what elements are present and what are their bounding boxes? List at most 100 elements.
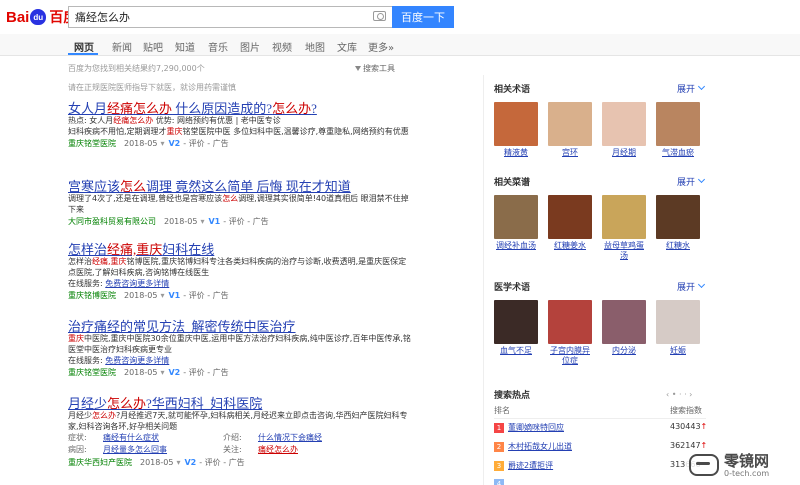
result-snippet: 月经少怎么办?月经推迟7天,就可能怀孕,妇科病相关,月经迟来立即点击咨询,华西妇…: [68, 411, 408, 431]
top-header: Bai 百度 百度一下: [0, 0, 800, 34]
tab-wenku[interactable]: 文库: [337, 39, 357, 54]
section-title: 医学术语: [494, 283, 531, 293]
result-title[interactable]: 宫寒应该怎么调理 竟然这么简单 后悔 现在才知道: [68, 176, 413, 194]
expand-link[interactable]: 展开: [677, 175, 695, 188]
thumbnail: [494, 102, 538, 146]
section-title: 相关菜谱: [494, 178, 531, 188]
tab-music[interactable]: 音乐: [208, 39, 228, 54]
related-item[interactable]: 血气不足: [494, 300, 538, 366]
thumbnail: [656, 102, 700, 146]
filter-icon: [355, 66, 361, 71]
related-item[interactable]: 月经期: [602, 102, 646, 158]
section-title: 相关术语: [494, 85, 531, 95]
result-snippet: 调理了4次了,还是在调理,曾经也是宫寒应该怎么调理,调理其实很简单!40道真相后…: [68, 194, 409, 214]
tab-images[interactable]: 图片: [240, 39, 260, 54]
hot-search-row[interactable]: 4: [494, 479, 706, 485]
rank-badge: 1: [494, 422, 504, 433]
related-item[interactable]: 内分泌: [602, 300, 646, 366]
paw-icon: [30, 9, 47, 25]
result-meta: 重庆华西妇产医院 2018-05 ▾ V2- 评价 - 广告: [68, 458, 245, 467]
search-button[interactable]: 百度一下: [392, 6, 454, 28]
tab-web[interactable]: 网页: [74, 39, 94, 54]
tab-video[interactable]: 视频: [272, 39, 292, 54]
side-panel: 相关术语 展开 精液黄 宫环 月经期 气滞血瘀 相关菜谱 展开 调经补血汤 红糖姜水…: [483, 75, 708, 485]
result-title[interactable]: 治疗痛经的常见方法_解密传统中医治疗: [68, 316, 413, 334]
camera-icon[interactable]: [373, 11, 386, 21]
medical-terms-section: 医学术语 展开 血气不足 子宫内膜异位症 内分泌 妊娠: [494, 280, 706, 366]
thumbnail: [656, 300, 700, 344]
result-service-line: 在线服务: 免费咨询更多详情: [68, 356, 170, 365]
watermark-logo: 零镜网 0-tech.com: [685, 448, 797, 482]
hot-search-header: 排名 搜索指数: [494, 405, 706, 419]
thumbnail: [494, 300, 538, 344]
thumbnail: [656, 195, 700, 239]
sitelink[interactable]: 痛经有什么症状: [103, 432, 223, 444]
search-input[interactable]: [69, 7, 359, 27]
search-tools[interactable]: 搜索工具: [355, 63, 395, 74]
hot-search-row[interactable]: 2 木村拓哉女儿出道 362147↑: [494, 441, 707, 459]
result-source[interactable]: 重庆铭博医院: [68, 291, 116, 300]
chevron-down-icon[interactable]: [697, 175, 706, 184]
related-terms-section: 相关术语 展开 精液黄 宫环 月经期 气滞血瘀: [494, 82, 706, 158]
expand-link[interactable]: 展开: [677, 82, 695, 95]
related-item[interactable]: 红糖水: [656, 195, 700, 261]
watermark-icon: [689, 454, 719, 476]
sitelink[interactable]: 月经量多怎么回事: [103, 444, 223, 456]
search-result: 月经少怎么办?华西妇科_妇科医院 月经少怎么办?月经推迟7天,就可能怀孕,妇科病…: [68, 393, 413, 469]
vip-badge[interactable]: V2: [184, 458, 196, 467]
result-title[interactable]: 月经少怎么办?华西妇科_妇科医院: [68, 393, 413, 411]
tab-map[interactable]: 地图: [305, 39, 325, 54]
baidu-logo[interactable]: Bai 百度: [6, 6, 77, 28]
result-sitelinks: 症状: 痛经有什么症状 介绍: 什么情况下会痛经 病因: 月经量多怎么回事 关注: 痛经…: [68, 432, 413, 456]
thumbnail: [494, 195, 538, 239]
tab-zhidao[interactable]: 知道: [175, 39, 195, 54]
result-service-line: 在线服务: 免费咨询更多详情: [68, 279, 170, 288]
search-result: 宫寒应该怎么调理 竟然这么简单 后悔 现在才知道 调理了4次了,还是在调理,曾经…: [68, 176, 413, 228]
related-item[interactable]: 气滞血瘀: [656, 102, 700, 158]
result-snippet: 妇科疾病不用怕,定期调理才重庆铭堂医院中医 多位妇科中医,温馨诊疗,尊重隐私,网…: [68, 127, 409, 136]
related-item[interactable]: 红糖姜水: [548, 195, 592, 261]
vip-badge[interactable]: V2: [168, 139, 180, 148]
chevron-down-icon[interactable]: [697, 280, 706, 289]
chevron-down-icon[interactable]: [697, 82, 706, 91]
carousel-dots[interactable]: ‹ • · · ›: [666, 390, 692, 399]
sitelink[interactable]: 什么情况下会痛经: [258, 432, 378, 444]
related-recipes-section: 相关菜谱 展开 调经补血汤 红糖姜水 益母草鸡蛋汤 红糖水: [494, 175, 706, 261]
search-box[interactable]: [68, 6, 392, 28]
related-item[interactable]: 宫环: [548, 102, 592, 158]
tab-tieba[interactable]: 贴吧: [143, 39, 163, 54]
result-source[interactable]: 重庆华西妇产医院: [68, 458, 132, 467]
related-item[interactable]: 妊娠: [656, 300, 700, 366]
result-source[interactable]: 重庆铭堂医院: [68, 139, 116, 148]
hot-search-title: 搜索热点: [494, 391, 531, 401]
result-stats: 百度为您找到相关结果约7,290,000个: [68, 64, 205, 73]
related-item[interactable]: 精液黄: [494, 102, 538, 158]
vip-badge[interactable]: V1: [168, 291, 180, 300]
vip-badge[interactable]: V1: [208, 217, 220, 226]
result-source[interactable]: 重庆铭堂医院: [68, 368, 116, 377]
related-item[interactable]: 调经补血汤: [494, 195, 538, 261]
result-source[interactable]: 大同市盈科贸易有限公司: [68, 217, 156, 226]
result-meta: 重庆铭堂医院 2018-05 ▾ V2- 评价 - 广告: [68, 139, 229, 148]
related-item[interactable]: 子宫内膜异位症: [548, 300, 592, 366]
hot-search-row[interactable]: 1 董卿嫡咪特回应 430443↑: [494, 422, 707, 440]
result-title[interactable]: 怎样治经痛,重庆妇科在线: [68, 239, 413, 257]
thumbnail: [602, 195, 646, 239]
tab-news[interactable]: 新闻: [112, 39, 132, 54]
service-link[interactable]: 免费咨询更多详情: [105, 279, 169, 288]
search-result: 怎样治经痛,重庆妇科在线 怎样治经痛,重庆铭博医院,重庆铭博妇科专注各类妇科疾病…: [68, 239, 413, 302]
thumbnail: [548, 195, 592, 239]
result-highlight-line: 热点: 女人月经痛怎么办 优势: 网络预约有优惠 | 老中医专诊: [68, 116, 281, 125]
hot-search-row[interactable]: 3爵迹2遭拒评313666: [494, 460, 706, 478]
nav-tabs: 网页 新闻 贴吧 知道 音乐 图片 视频 地图 文库 更多»: [0, 34, 800, 56]
service-link[interactable]: 免费咨询更多详情: [105, 356, 169, 365]
vip-badge[interactable]: V2: [168, 368, 180, 377]
related-item[interactable]: 益母草鸡蛋汤: [602, 195, 646, 261]
thumbnail: [548, 102, 592, 146]
rank-badge: 3: [494, 460, 504, 471]
expand-link[interactable]: 展开: [677, 280, 695, 293]
sitelink[interactable]: 痛经怎么办: [258, 444, 378, 456]
rank-badge: 4: [494, 479, 504, 485]
result-title[interactable]: 女人月经痛怎么办 什么原因造成的?怎么办?: [68, 98, 413, 116]
tab-more[interactable]: 更多»: [368, 39, 394, 54]
